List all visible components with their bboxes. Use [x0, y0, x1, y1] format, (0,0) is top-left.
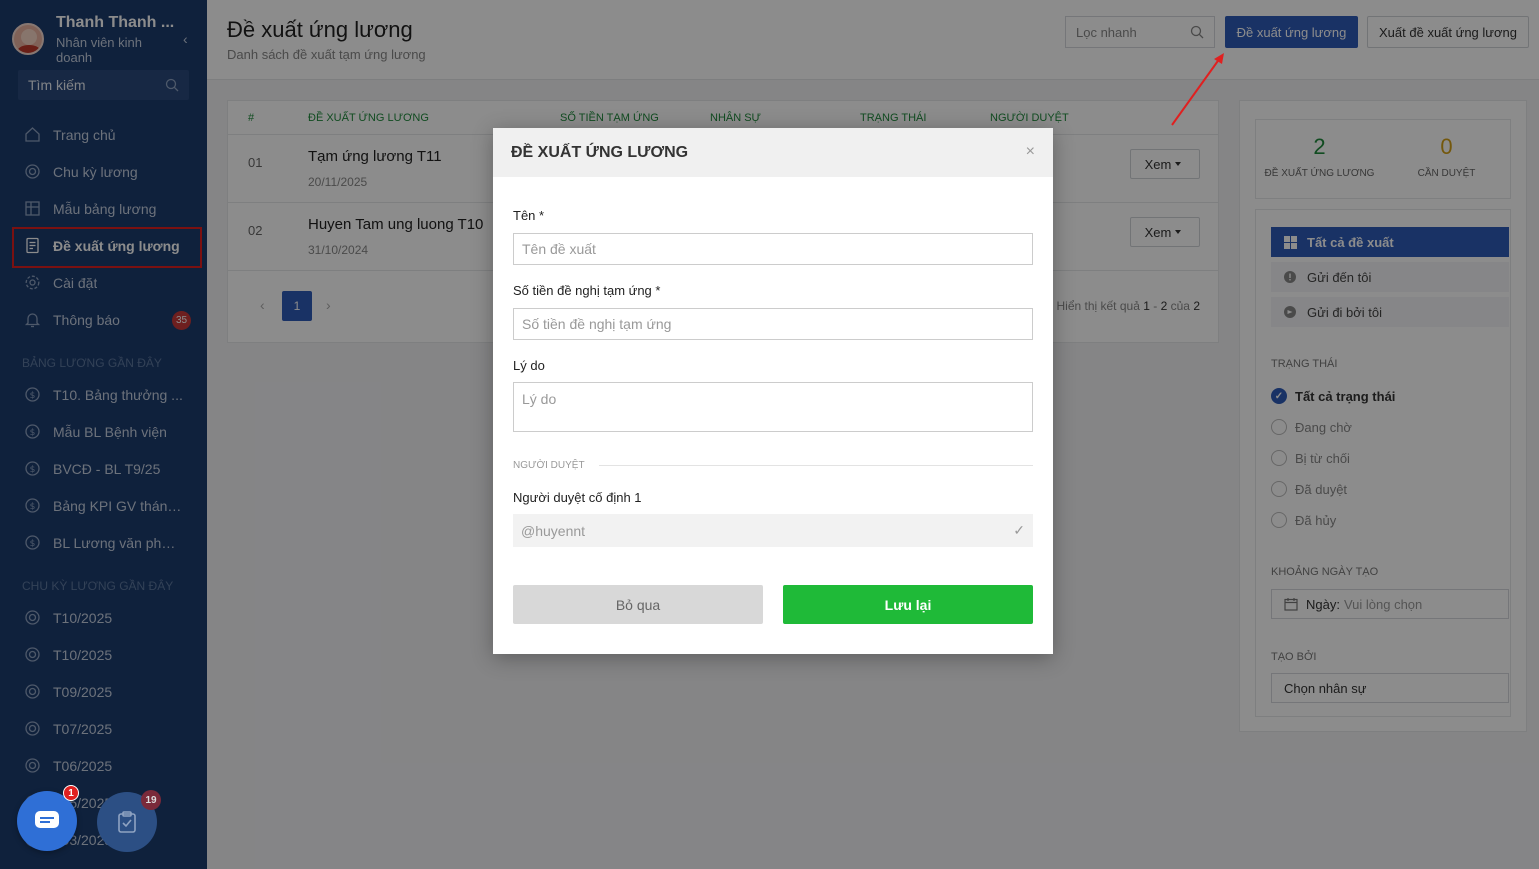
amount-label: Số tiền đề nghị tạm ứng * [513, 283, 661, 298]
reason-textarea[interactable]: Lý do [513, 382, 1033, 432]
close-icon[interactable]: × [1026, 143, 1035, 161]
annotation-arrow-icon [1171, 53, 1224, 126]
approver-section-heading: NGƯỜI DUYỆT [513, 460, 1033, 471]
chat-badge: 1 [63, 785, 79, 801]
approver-section-label: NGƯỜI DUYỆT [513, 460, 585, 471]
name-label: Tên * [513, 208, 545, 223]
salary-advance-modal: ĐỀ XUẤT ỨNG LƯƠNG × Tên * Tên đề xuất Số… [493, 128, 1053, 654]
modal-title: ĐỀ XUẤT ỨNG LƯƠNG [511, 143, 689, 161]
cancel-button[interactable]: Bỏ qua [513, 585, 763, 624]
chat-button[interactable]: 1 [17, 785, 79, 851]
modal-header: ĐỀ XUẤT ỨNG LƯƠNG × [493, 128, 1053, 177]
tasks-button[interactable]: 19 [97, 790, 161, 852]
clipboard-check-icon [118, 811, 136, 833]
chat-icon [35, 811, 59, 828]
approver-value: @huyennt [521, 522, 586, 539]
amount-input[interactable]: Số tiền đề nghị tạm ứng [513, 308, 1033, 340]
approver-field: @huyennt ✓ [513, 514, 1033, 547]
name-input[interactable]: Tên đề xuất [513, 233, 1033, 265]
reason-label: Lý do [513, 358, 545, 373]
check-icon: ✓ [1013, 522, 1025, 538]
approver-label: Người duyệt cố định 1 [513, 490, 642, 505]
save-button[interactable]: Lưu lại [783, 585, 1033, 624]
tasks-badge: 19 [141, 790, 161, 810]
